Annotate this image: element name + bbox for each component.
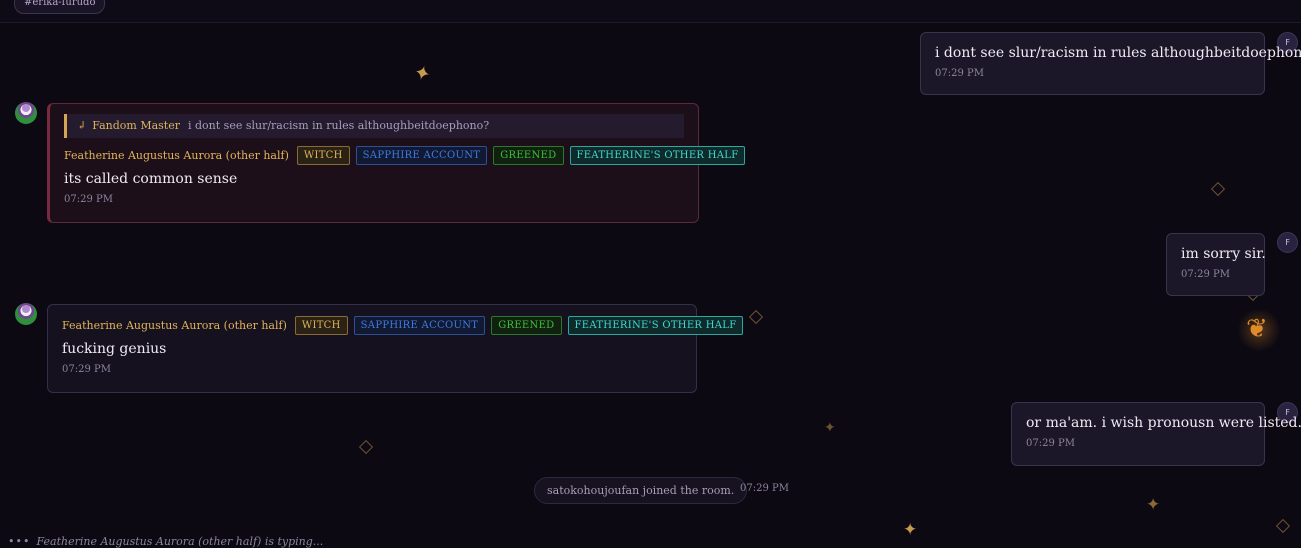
- reply-quote[interactable]: ↲ Fandom Master i dont see slur/racism in …: [64, 114, 684, 138]
- message-header: Featherine Augustus Aurora (other half) …: [64, 146, 746, 165]
- diamond-outline-icon: [1275, 518, 1291, 534]
- message-time: 07:29 PM: [1026, 438, 1075, 449]
- message-time: 07:29 PM: [935, 68, 984, 79]
- message-text: its called common sense: [64, 171, 238, 187]
- message-text: im sorry sir.: [1181, 246, 1266, 262]
- badge-greened: GREENED: [493, 146, 564, 165]
- badge-sapphire-account: SAPPHIRE ACCOUNT: [353, 316, 486, 335]
- typing-text: Featherine Augustus Aurora (other half) …: [36, 535, 324, 548]
- author-name[interactable]: Featherine Augustus Aurora (other half): [64, 149, 289, 162]
- message-text: or ma'am. i wish pronousn were listed.: [1026, 415, 1301, 431]
- message-bubble-reply: ↲ Fandom Master i dont see slur/racism in …: [47, 103, 746, 223]
- message-time: 07:29 PM: [1181, 269, 1230, 280]
- quote-text: i dont see slur/racism in rules although…: [188, 119, 490, 132]
- message-bubble-own: im sorry sir. 07:29 PM: [1166, 233, 1266, 296]
- message-header: Featherine Augustus Aurora (other half) …: [62, 316, 744, 335]
- badge-witch: WITCH: [294, 316, 348, 335]
- avatar[interactable]: [15, 303, 37, 325]
- typing-dots-icon: •••: [8, 535, 31, 548]
- badge-witch: WITCH: [296, 146, 350, 165]
- message-text: fucking genius: [62, 341, 167, 357]
- quote-author: Fandom Master: [92, 119, 180, 132]
- diamond-outline-icon: [1210, 181, 1226, 197]
- avatar[interactable]: F: [1277, 232, 1298, 253]
- badge-sapphire-account: SAPPHIRE ACCOUNT: [355, 146, 488, 165]
- author-name[interactable]: Featherine Augustus Aurora (other half): [62, 319, 287, 332]
- avatar[interactable]: [15, 102, 37, 124]
- sparkle-icon: ✦: [903, 520, 918, 540]
- butterfly-icon: ❦: [1237, 308, 1281, 352]
- message-text: i dont see slur/racism in rules although…: [935, 45, 1301, 61]
- sparkle-icon: ✦: [824, 420, 836, 436]
- diamond-outline-icon: [358, 439, 374, 455]
- badge-greened: GREENED: [491, 316, 562, 335]
- message-time: 07:29 PM: [64, 194, 113, 205]
- sparkle-icon: ✦: [411, 59, 434, 87]
- badge-featherines-other-half: FEATHERINE'S OTHER HALF: [567, 316, 744, 335]
- message-bubble-own: or ma'am. i wish pronousn were listed. 0…: [1011, 402, 1301, 466]
- chat-room: #erika-furudo ✦ ✦ ✦ ✦ ❦ F i dont see slu…: [0, 0, 1301, 548]
- message-time: 07:29 PM: [62, 364, 111, 375]
- channel-header: #erika-furudo: [0, 0, 1301, 23]
- system-join-message: satokohoujoufan joined the room.: [534, 477, 748, 504]
- badge-featherines-other-half: FEATHERINE'S OTHER HALF: [569, 146, 746, 165]
- message-bubble-own: i dont see slur/racism in rules although…: [920, 32, 1301, 95]
- typing-indicator: ••• Featherine Augustus Aurora (other hal…: [8, 535, 323, 548]
- reply-arrow-icon: ↲: [77, 119, 87, 132]
- system-time: 07:29 PM: [740, 483, 789, 494]
- message-bubble: Featherine Augustus Aurora (other half) …: [47, 304, 744, 393]
- diamond-outline-icon: [748, 309, 764, 325]
- channel-tag[interactable]: #erika-furudo: [14, 0, 106, 14]
- sparkle-icon: ✦: [1146, 495, 1161, 515]
